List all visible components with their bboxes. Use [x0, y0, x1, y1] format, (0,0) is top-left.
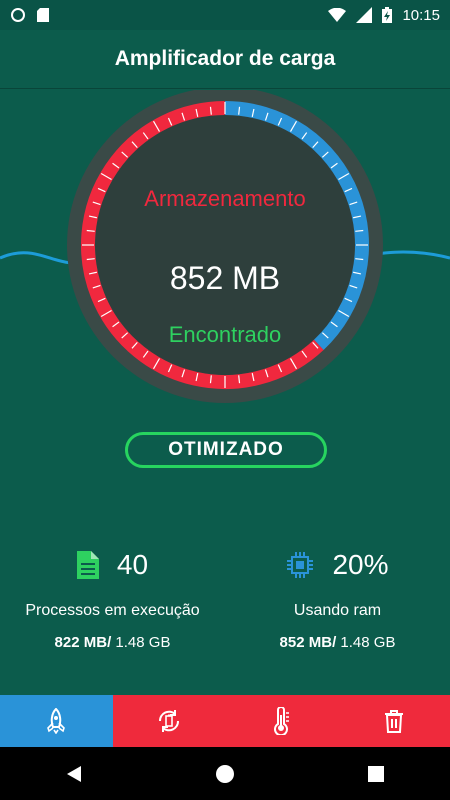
- back-icon[interactable]: [65, 764, 83, 784]
- gauge-tick: [209, 375, 212, 384]
- processes-memory: 822 MB/ 1.48 GB: [0, 634, 225, 651]
- battery-charging-icon: [382, 7, 393, 23]
- processes-memory-total: 1.48 GB: [111, 634, 171, 651]
- storage-gauge: Armazenamento 852 MB Encontrado: [0, 90, 450, 410]
- processes-memory-used: 822 MB/: [54, 634, 112, 651]
- page-title: Amplificador de carga: [114, 47, 336, 70]
- ram-memory-used: 852 MB/: [279, 634, 337, 651]
- ram-memory: 852 MB/ 1.48 GB: [225, 634, 450, 651]
- tab-battery[interactable]: [113, 695, 226, 747]
- gauge-label-top: Armazenamento: [144, 186, 306, 211]
- tab-cpu-cooler[interactable]: [225, 695, 338, 747]
- signal-icon: [356, 7, 373, 23]
- system-nav-bar: [0, 747, 450, 800]
- rocket-icon: [47, 708, 66, 734]
- home-icon[interactable]: [214, 763, 236, 785]
- gauge-tick: [238, 106, 241, 115]
- gauge-tick: [86, 229, 95, 232]
- sd-card-icon: [37, 8, 49, 22]
- recents-icon[interactable]: [367, 765, 385, 783]
- gauge-value: 852 MB: [169, 260, 281, 296]
- battery-cycle-icon: [158, 710, 179, 732]
- wifi-icon: [328, 8, 347, 22]
- ram-stat: 20% Usando ram 852 MB/ 1.48 GB: [225, 540, 450, 651]
- clock: 10:15: [402, 6, 440, 24]
- bottom-tab-bar: [0, 695, 450, 747]
- tab-cleaner[interactable]: [338, 695, 450, 747]
- ram-memory-total: 1.48 GB: [336, 634, 396, 651]
- document-icon: [76, 551, 99, 579]
- processes-stat: 40 Processos em execução 822 MB/ 1.48 GB: [0, 540, 225, 651]
- gauge-tick: [355, 229, 364, 232]
- trash-icon: [384, 710, 403, 733]
- tab-boost[interactable]: [0, 695, 113, 747]
- ram-percent: 20%: [332, 549, 389, 580]
- processes-count: 40: [116, 549, 149, 580]
- app-header: Amplificador de carga: [0, 30, 450, 89]
- chip-icon: [287, 552, 314, 578]
- status-bar: 10:15: [0, 0, 450, 30]
- gauge-tick: [209, 106, 212, 115]
- thermometer-icon: [274, 707, 290, 735]
- gauge-tick: [238, 375, 241, 384]
- notification-circle-icon: [11, 8, 25, 22]
- ram-label: Usando ram: [293, 602, 382, 619]
- optimize-button[interactable]: OTIMIZADO: [125, 432, 327, 468]
- gauge-graphic: [0, 90, 450, 403]
- gauge-label-bottom: Encontrado: [168, 322, 282, 347]
- processes-label: Processos em execução: [25, 602, 200, 619]
